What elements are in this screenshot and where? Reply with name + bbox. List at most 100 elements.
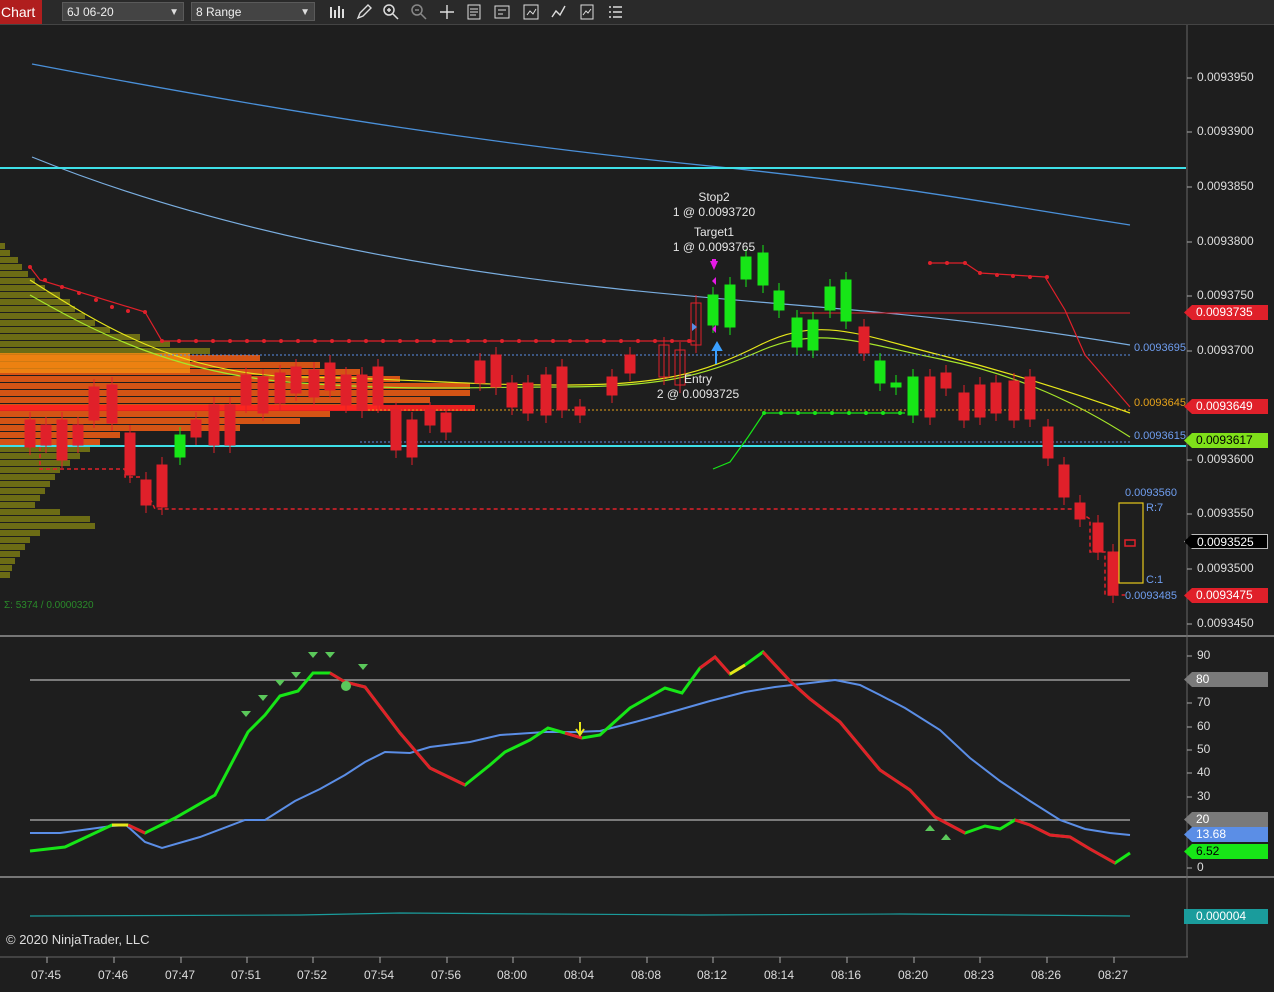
stochastic-k-down-segment — [699, 654, 732, 675]
candle-body — [106, 384, 118, 424]
time-tick-label: 07:56 — [431, 968, 462, 982]
instrument-selector[interactable]: 6J 06-20 ▼ — [62, 2, 184, 21]
down-triangle-icon — [241, 711, 251, 717]
price-tick-label: 0.0093450 — [1197, 616, 1254, 630]
price-tick-label: 0.0093950 — [1197, 70, 1254, 84]
trail-dot — [864, 411, 868, 415]
trail-dot — [398, 339, 402, 343]
candle-body — [974, 384, 986, 418]
volume-profile-bar — [0, 376, 400, 382]
list-icon[interactable] — [606, 3, 624, 21]
trail-dot — [1028, 275, 1032, 279]
trail-dot — [813, 411, 817, 415]
candle-body — [224, 404, 236, 446]
trail-dot — [432, 339, 436, 343]
time-tick-label: 08:20 — [898, 968, 929, 982]
candle-body — [1008, 380, 1020, 421]
range-high-label: 0.0093560 — [1125, 487, 1177, 499]
oscillator-tick-label: 50 — [1197, 742, 1211, 756]
stop-order-title[interactable]: Stop2 — [664, 190, 764, 204]
copyright: © 2020 NinjaTrader, LLC — [6, 932, 150, 947]
trail-dot — [602, 339, 606, 343]
volume-profile-bar — [0, 565, 12, 571]
candle-body — [840, 279, 852, 322]
entry-order-title[interactable]: Entry — [648, 372, 748, 386]
trail-dot — [330, 339, 334, 343]
stochastic-k-down-segment — [1014, 818, 1116, 865]
stochastic-d-line — [30, 678, 1131, 850]
trail-dot — [670, 339, 674, 343]
candle-body — [1042, 426, 1054, 459]
zoom-out-icon[interactable] — [410, 3, 428, 21]
volume-profile-bar — [0, 544, 25, 550]
time-axis-ticks — [46, 957, 1115, 963]
candle-body — [88, 386, 100, 421]
upper-band-label: 0.0093695 — [1134, 342, 1186, 354]
volume-profile-bar — [0, 467, 60, 473]
target-order-detail[interactable]: 1 @ 0.0093765 — [664, 240, 764, 254]
trail-dot — [483, 339, 487, 343]
trail-dot — [211, 339, 215, 343]
volume-profile-bar — [0, 551, 20, 557]
trail-dot — [779, 411, 783, 415]
strategies-icon[interactable] — [522, 3, 540, 21]
trail-dot — [1011, 274, 1015, 278]
trail-dot — [830, 411, 834, 415]
volume-profile-bar — [0, 537, 30, 543]
candle-body — [490, 354, 502, 388]
price-tick-label: 0.0093700 — [1197, 343, 1254, 357]
volume-profile-bar — [0, 481, 50, 487]
trail-dot — [347, 339, 351, 343]
candle-body — [522, 382, 534, 414]
entry-order-detail[interactable]: 2 @ 0.0093725 — [648, 387, 748, 401]
time-tick-label: 08:14 — [764, 968, 795, 982]
candle-body — [757, 252, 769, 286]
candle-body — [824, 286, 836, 311]
range-low-label: 0.0093485 — [1125, 590, 1177, 602]
candle-body — [24, 419, 36, 448]
chart-canvas[interactable] — [0, 25, 1274, 992]
trail-dot — [500, 339, 504, 343]
candle-body — [990, 382, 1002, 414]
templates-icon[interactable] — [578, 3, 596, 21]
trail-dot — [381, 339, 385, 343]
trail-dot — [126, 309, 130, 313]
candle-body — [274, 372, 286, 404]
chart-tab[interactable]: Chart — [0, 0, 42, 24]
crosshair-icon[interactable] — [438, 3, 456, 21]
candle-body — [924, 376, 936, 418]
trail-dot — [517, 339, 521, 343]
time-tick-label: 07:47 — [165, 968, 196, 982]
volume-profile-bar — [0, 488, 45, 494]
pencil-icon[interactable] — [355, 3, 373, 21]
volume-profile-bar — [0, 271, 28, 277]
candle-body — [707, 294, 719, 326]
candle-body — [356, 374, 368, 411]
bar-style-icon[interactable] — [328, 3, 346, 21]
trail-dot — [296, 339, 300, 343]
volume-profile-bar — [0, 257, 18, 263]
down-triangle-icon — [291, 672, 301, 678]
trail-dot — [796, 411, 800, 415]
price-tick-label: 0.0093550 — [1197, 506, 1254, 520]
candle-body — [1092, 522, 1104, 553]
price-marker: 0.0093475 — [1184, 588, 1268, 603]
indicators-icon[interactable] — [550, 3, 568, 21]
bar-type-selector[interactable]: 8 Range ▼ — [191, 2, 315, 21]
trail-dot — [898, 411, 902, 415]
time-tick-label: 08:26 — [1031, 968, 1062, 982]
stop-order-detail[interactable]: 1 @ 0.0093720 — [664, 205, 764, 219]
volume-profile-bar — [0, 509, 60, 515]
properties-icon[interactable] — [465, 3, 483, 21]
trail-dot — [568, 339, 572, 343]
trail-dot — [279, 339, 283, 343]
time-tick-label: 08:04 — [564, 968, 595, 982]
candle-body — [124, 432, 136, 476]
candle-body — [40, 424, 52, 446]
volume-profile-bar — [0, 264, 22, 270]
chevron-down-icon: ▼ — [169, 7, 179, 18]
data-box-icon[interactable] — [493, 3, 511, 21]
zoom-in-icon[interactable] — [382, 3, 400, 21]
target-order-title[interactable]: Target1 — [664, 225, 764, 239]
trail-dot — [881, 411, 885, 415]
